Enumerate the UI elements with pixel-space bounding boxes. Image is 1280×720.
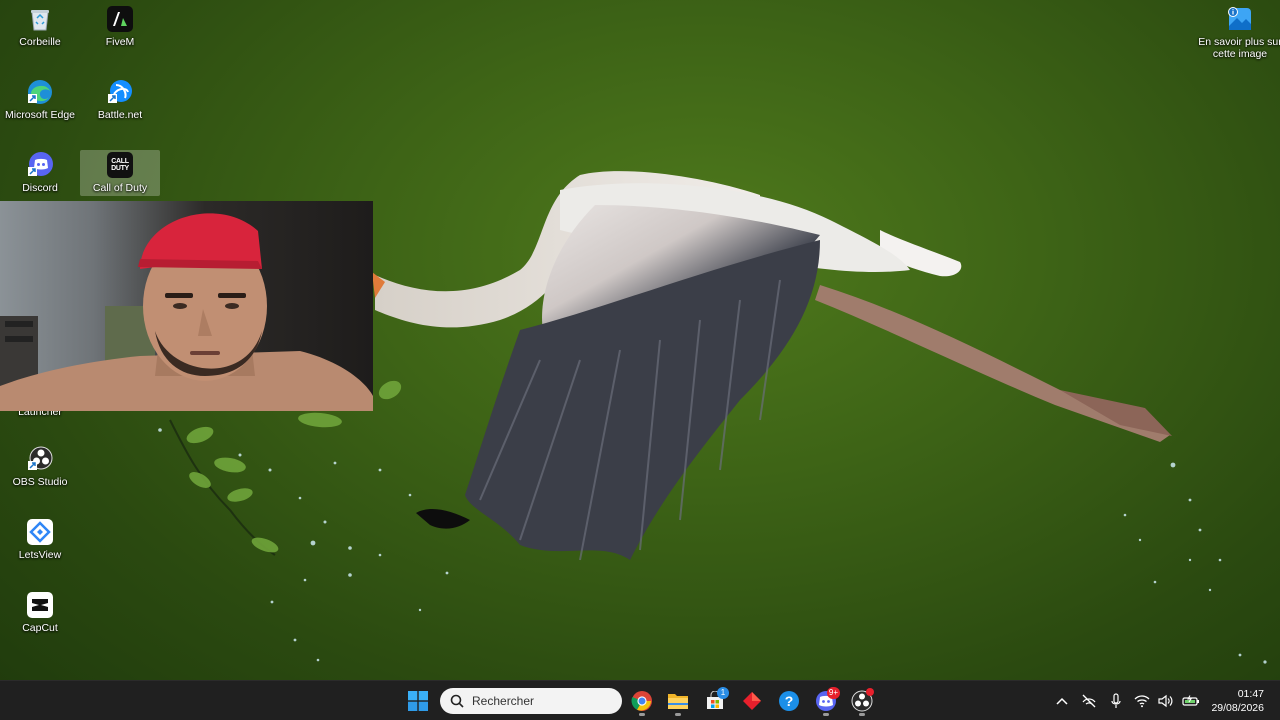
clock-date: 29/08/2026 — [1211, 702, 1264, 714]
desktop-icon-spotlight[interactable]: En savoir plus sur cette image — [1195, 4, 1280, 60]
desktop-icon-label: Battle.net — [97, 109, 143, 121]
desktop-icon-label: En savoir plus sur cette image — [1198, 36, 1280, 60]
folder-icon — [668, 694, 688, 709]
help-icon: ? — [779, 691, 799, 711]
battery-icon — [1182, 695, 1199, 706]
svg-text:?: ? — [785, 693, 794, 709]
taskbar-clock[interactable]: 01:47 29/08/2026 — [1211, 687, 1264, 715]
microphone-icon — [1111, 693, 1121, 708]
clock-time: 01:47 — [1237, 688, 1264, 700]
desktop-icon-label: Discord — [22, 182, 58, 194]
desktop-icon-label: CapCut — [22, 622, 58, 634]
running-indicator — [859, 713, 865, 716]
taskbar-obs[interactable] — [846, 685, 878, 717]
desktop-icon-label: LetsView — [18, 549, 62, 561]
tray-microphone[interactable] — [1106, 681, 1126, 720]
tray-battery[interactable] — [1180, 681, 1202, 720]
search-icon — [450, 694, 464, 708]
call-of-duty-icon: CALL DUTY — [107, 152, 133, 178]
taskbar-file-explorer[interactable] — [662, 685, 694, 717]
tray-network-status[interactable] — [1078, 681, 1100, 720]
desktop: Corbeille FiveM Microsoft Edge Battle.ne… — [0, 0, 1280, 680]
desktop-icon-microsoft-edge[interactable]: Microsoft Edge — [0, 77, 80, 123]
tray-wifi[interactable] — [1131, 681, 1153, 720]
call-of-duty-logo-text: CALL DUTY — [111, 158, 129, 172]
taskbar-red-app[interactable] — [736, 685, 768, 717]
search-placeholder: Rechercher — [472, 694, 535, 708]
desktop-icon-label: FiveM — [105, 36, 135, 48]
taskbar: Rechercher 1 ? 9+ 01:47 29/08/2026 — [0, 680, 1280, 720]
webcam-overlay — [0, 201, 373, 411]
discord-icon — [27, 152, 53, 178]
desktop-icon-letsview[interactable]: LetsView — [0, 517, 80, 563]
red-diamond-icon — [743, 692, 761, 710]
desktop-icon-obs-studio[interactable]: OBS Studio — [0, 444, 80, 490]
notification-badge: 1 — [717, 687, 729, 699]
webcam-person-image — [0, 213, 373, 411]
volume-icon — [1158, 694, 1173, 708]
start-button[interactable] — [402, 685, 434, 717]
tray-overflow-button[interactable] — [1052, 681, 1072, 720]
obs-icon — [27, 446, 53, 472]
chevron-up-icon — [1056, 697, 1068, 705]
spotlight-icon — [1227, 6, 1253, 32]
running-indicator — [823, 713, 829, 716]
capcut-icon — [27, 592, 53, 618]
running-indicator — [639, 713, 645, 716]
taskbar-chrome[interactable] — [626, 685, 658, 717]
letsview-icon — [27, 519, 53, 545]
taskbar-discord[interactable]: 9+ — [810, 685, 842, 717]
desktop-icon-fivem[interactable]: FiveM — [80, 4, 160, 50]
windows-start-icon — [408, 691, 428, 711]
tray-volume[interactable] — [1155, 681, 1177, 720]
edge-icon — [27, 79, 53, 105]
desktop-icon-corbeille[interactable]: Corbeille — [0, 4, 80, 50]
taskbar-help[interactable]: ? — [773, 685, 805, 717]
live-indicator — [866, 688, 874, 696]
desktop-icon-discord[interactable]: Discord — [0, 150, 80, 196]
desktop-icon-call-of-duty[interactable]: CALL DUTY Call of Duty — [80, 150, 160, 196]
desktop-icon-battlenet[interactable]: Battle.net — [80, 77, 160, 123]
notification-badge: 9+ — [826, 687, 840, 699]
desktop-icon-label: OBS Studio — [12, 476, 68, 488]
desktop-icon-label: Corbeille — [19, 36, 61, 48]
desktop-icon-label: Call of Duty — [92, 182, 148, 194]
taskbar-microsoft-store[interactable]: 1 — [699, 685, 731, 717]
recycle-bin-icon — [27, 6, 53, 32]
taskbar-search-box[interactable]: Rechercher — [440, 688, 622, 714]
running-indicator — [675, 713, 681, 716]
desktop-icon-capcut[interactable]: CapCut — [0, 590, 80, 636]
chrome-icon — [631, 691, 652, 711]
battlenet-icon — [107, 79, 133, 105]
desktop-icon-label: Microsoft Edge — [4, 109, 76, 121]
wifi-icon — [1134, 695, 1150, 708]
network-off-icon — [1082, 694, 1096, 708]
fivem-icon — [107, 6, 133, 32]
